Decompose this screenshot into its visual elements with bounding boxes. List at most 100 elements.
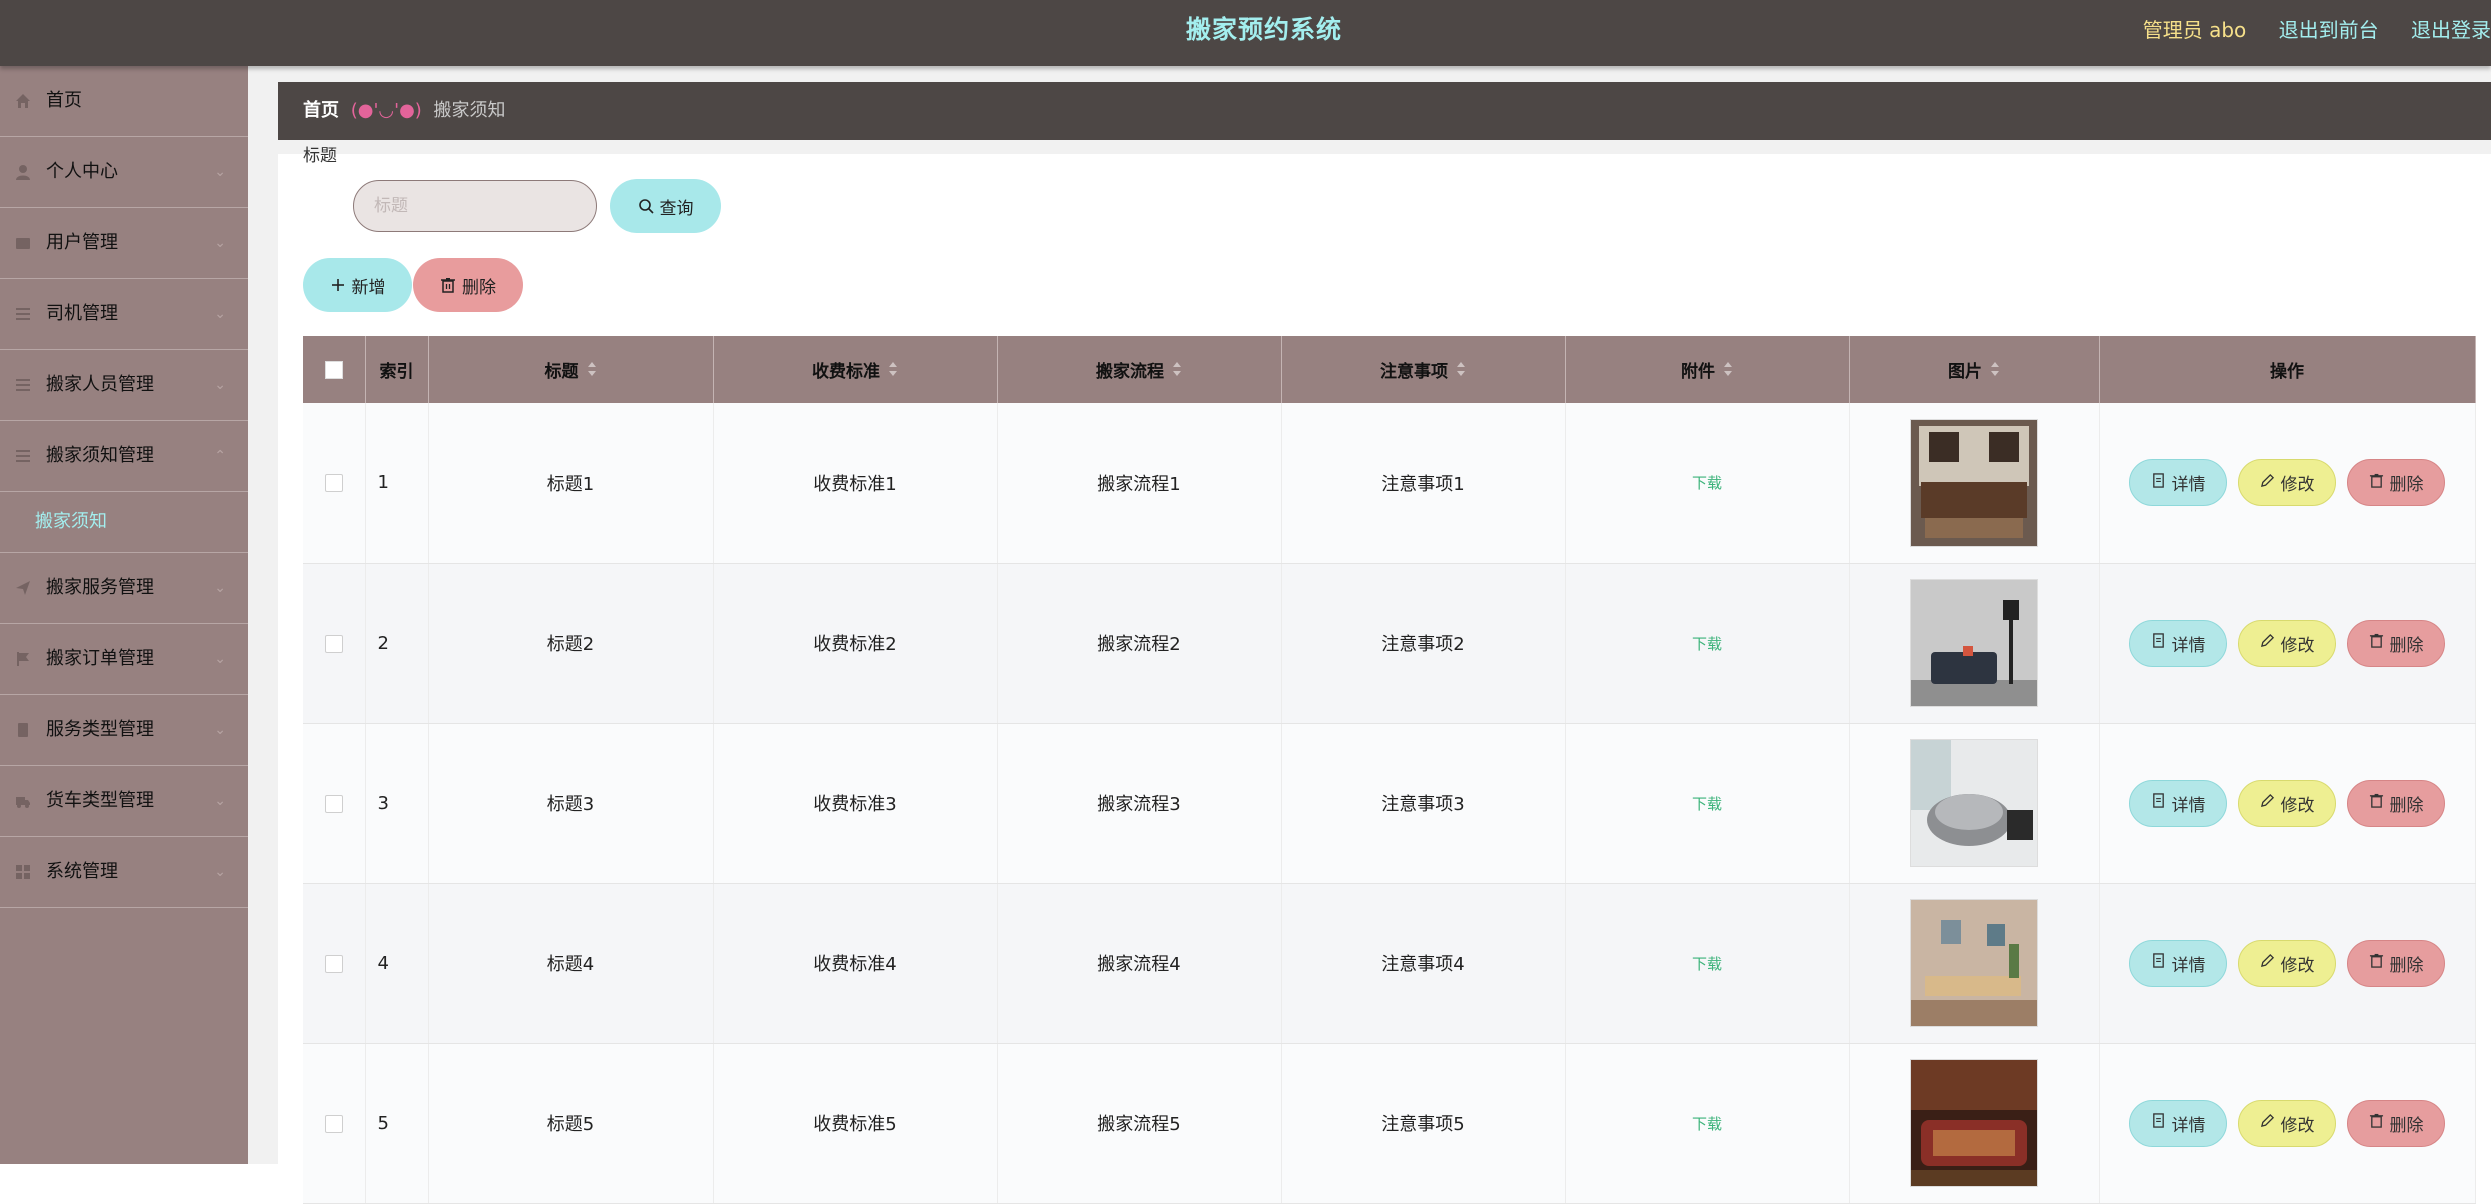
document-icon (2151, 953, 2166, 973)
delete-button[interactable]: 删除 (2347, 939, 2445, 987)
sidebar-item-drivers[interactable]: 司机管理 ⌄ (0, 279, 248, 350)
search-button-label: 查询 (659, 198, 694, 219)
trash-icon (2369, 793, 2384, 813)
chevron-down-icon: ⌄ (214, 306, 226, 322)
row-notes: 注意事项1 (1281, 403, 1566, 564)
exit-to-front-link[interactable]: 退出到前台 (2279, 0, 2379, 60)
delete-button[interactable]: 删除 (2347, 619, 2445, 667)
row-process: 搬家流程3 (997, 723, 1282, 884)
row-attachment-cell: 下载 (1565, 1043, 1850, 1204)
row-title: 标题1 (428, 403, 714, 564)
detail-button[interactable]: 详情 (2129, 939, 2227, 987)
sidebar-item-orders[interactable]: 搬家订单管理 ⌄ (0, 624, 248, 695)
trash-icon (2369, 953, 2384, 973)
truck-icon (15, 793, 31, 809)
search-button[interactable]: 查询 (610, 179, 721, 233)
row-checkbox[interactable] (324, 954, 343, 973)
sort-icon[interactable] (1723, 361, 1733, 382)
search-input[interactable] (353, 180, 597, 232)
row-image-cell (1849, 403, 2100, 564)
delete-button[interactable]: 删除 (2347, 779, 2445, 827)
select-all-cell (303, 336, 366, 403)
sidebar-item-movers[interactable]: 搬家人员管理 ⌄ (0, 350, 248, 421)
breadcrumb-current: 搬家须知 (433, 100, 506, 121)
row-image-cell (1849, 883, 2100, 1044)
sidebar-subitem-notice[interactable]: 搬家须知 (0, 492, 248, 553)
chevron-down-icon: ⌄ (214, 864, 226, 880)
sidebar-item-truck-types[interactable]: 货车类型管理 ⌄ (0, 766, 248, 837)
data-table: 索引 标题 收费标准 搬家流程 注意事项 附件 图片 操作 1 标题1 收费标准1 搬… (303, 336, 2476, 1204)
column-header[interactable]: 收费标准 (713, 336, 998, 403)
send-icon (15, 580, 31, 596)
sidebar-item-notices[interactable]: 搬家须知管理 ⌃ (0, 421, 248, 492)
column-header-label: 附件 (1681, 361, 1715, 382)
download-link[interactable]: 下载 (1692, 795, 1722, 813)
table-row: 5 标题5 收费标准5 搬家流程5 注意事项5 下载 详情 修改 删除 (303, 1043, 2476, 1204)
sort-icon[interactable] (1990, 361, 2000, 382)
row-checkbox[interactable] (324, 794, 343, 813)
delete-button[interactable]: 删除 (2347, 1099, 2445, 1147)
detail-button[interactable]: 详情 (2129, 619, 2227, 667)
delete-button[interactable]: 删除 (2347, 459, 2445, 507)
bulk-delete-label: 删除 (462, 277, 496, 298)
logout-link[interactable]: 退出登录 (2411, 0, 2491, 60)
sidebar-item-label: 搬家服务管理 (46, 577, 154, 598)
download-link[interactable]: 下载 (1692, 1115, 1722, 1133)
column-header[interactable]: 注意事项 (1281, 336, 1566, 403)
row-notes: 注意事项4 (1281, 883, 1566, 1044)
sidebar-item-profile[interactable]: 个人中心 ⌄ (0, 137, 248, 208)
sort-icon[interactable] (1172, 361, 1182, 382)
delete-label: 删除 (2389, 1115, 2424, 1136)
download-link[interactable]: 下载 (1692, 474, 1722, 492)
bulk-delete-button[interactable]: 删除 (413, 258, 523, 312)
chevron-down-icon: ⌄ (214, 651, 226, 667)
column-header[interactable]: 图片 (1849, 336, 2100, 403)
row-actions: 详情 修改 删除 (2100, 619, 2475, 667)
detail-button[interactable]: 详情 (2129, 459, 2227, 507)
select-all-checkbox[interactable] (324, 360, 343, 379)
row-attachment-cell: 下载 (1565, 883, 1850, 1044)
row-checkbox[interactable] (324, 474, 343, 493)
edit-icon (2260, 953, 2275, 973)
sidebar-item-label: 搬家须知管理 (46, 445, 154, 466)
breadcrumb-home[interactable]: 首页 (303, 100, 339, 121)
add-button[interactable]: 新增 (303, 258, 412, 312)
edit-button[interactable]: 修改 (2238, 619, 2336, 667)
edit-button[interactable]: 修改 (2238, 939, 2336, 987)
edit-button[interactable]: 修改 (2238, 779, 2336, 827)
edit-button[interactable]: 修改 (2238, 459, 2336, 507)
row-fee: 收费标准3 (713, 723, 998, 884)
edit-icon (2260, 473, 2275, 493)
sidebar-item-label: 首页 (46, 90, 82, 111)
detail-button[interactable]: 详情 (2129, 779, 2227, 827)
sidebar-item-services[interactable]: 搬家服务管理 ⌄ (0, 553, 248, 624)
row-notes: 注意事项3 (1281, 723, 1566, 884)
chevron-down-icon: ⌄ (214, 793, 226, 809)
edit-button[interactable]: 修改 (2238, 1099, 2336, 1147)
download-link[interactable]: 下载 (1692, 635, 1722, 653)
sort-icon[interactable] (888, 361, 898, 382)
sidebar-item-system[interactable]: 系统管理 ⌄ (0, 837, 248, 908)
row-notes: 注意事项2 (1281, 563, 1566, 724)
table-row: 3 标题3 收费标准3 搬家流程3 注意事项3 下载 详情 修改 删除 (303, 723, 2476, 884)
download-link[interactable]: 下载 (1692, 955, 1722, 973)
row-checkbox[interactable] (324, 634, 343, 653)
sidebar-item-home[interactable]: 首页 (0, 66, 248, 137)
row-attachment-cell: 下载 (1565, 723, 1850, 884)
column-header[interactable]: 标题 (428, 336, 714, 403)
sidebar-item-service-types[interactable]: 服务类型管理 ⌄ (0, 695, 248, 766)
row-process: 搬家流程4 (997, 883, 1282, 1044)
sort-icon[interactable] (1456, 361, 1466, 382)
sort-icon[interactable] (587, 361, 597, 382)
table-row: 4 标题4 收费标准4 搬家流程4 注意事项4 下载 详情 修改 删除 (303, 883, 2476, 1044)
sidebar-item-users[interactable]: 用户管理 ⌄ (0, 208, 248, 279)
row-index: 4 (365, 883, 429, 1044)
detail-button[interactable]: 详情 (2129, 1099, 2227, 1147)
sidebar-item-label: 搬家人员管理 (46, 374, 154, 395)
row-checkbox[interactable] (324, 1114, 343, 1133)
column-header[interactable]: 搬家流程 (997, 336, 1282, 403)
row-select-cell (303, 1043, 366, 1204)
edit-icon (2260, 793, 2275, 813)
sidebar-item-label: 货车类型管理 (46, 790, 154, 811)
column-header[interactable]: 附件 (1565, 336, 1850, 403)
